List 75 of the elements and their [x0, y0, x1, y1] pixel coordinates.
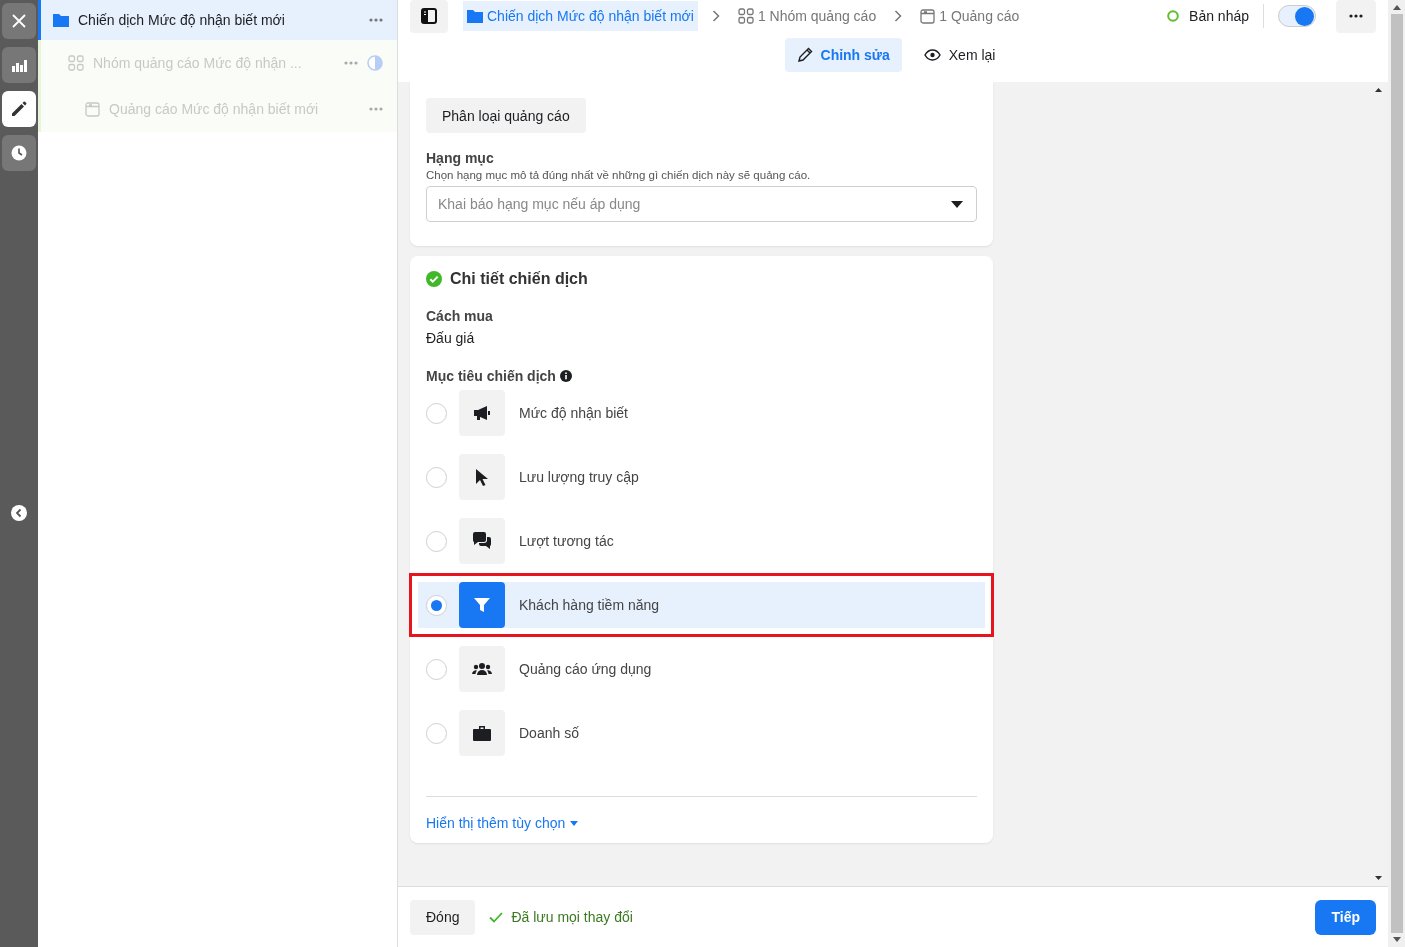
mode-tab[interactable]: Xem lại: [911, 38, 1008, 72]
radio-button[interactable]: [426, 722, 447, 744]
show-more-link[interactable]: Hiển thị thêm tùy chọn: [426, 815, 579, 831]
field-label: Cách mua: [426, 308, 494, 324]
status-label: Bản nháp: [1189, 8, 1249, 24]
classify-button[interactable]: Phân loại quảng cáo: [426, 98, 586, 133]
scroll-down-icon: [1375, 876, 1382, 880]
radio-button[interactable]: [426, 402, 447, 424]
sidebar-icon: [421, 8, 437, 24]
chevron-right-icon: [894, 10, 903, 22]
objective-label: Lưu lượng truy cập: [519, 469, 639, 485]
chat-bubbles-icon: [472, 532, 492, 550]
folder-icon: [467, 9, 483, 23]
people-icon: [472, 662, 492, 676]
radio-button[interactable]: [426, 658, 447, 680]
ad-frame-icon: [920, 8, 936, 24]
grid-icon: [68, 55, 84, 71]
info-icon: [559, 370, 572, 382]
check-circle-icon: [426, 271, 442, 287]
objective-option[interactable]: Doanh số: [418, 710, 985, 756]
objective-label: Mức độ nhận biết: [519, 405, 628, 421]
radio-button[interactable]: [426, 530, 447, 552]
next-button[interactable]: Tiếp: [1315, 899, 1376, 935]
more-icon[interactable]: [1349, 14, 1363, 18]
half-circle-icon: [367, 55, 383, 71]
objective-option[interactable]: Lượt tương tác: [418, 518, 985, 564]
objective-option[interactable]: Mức độ nhận biết: [418, 390, 985, 436]
objective-label: Khách hàng tiềm năng: [519, 597, 660, 613]
category-dropdown[interactable]: Khai báo hạng mục nếu áp dụng: [426, 186, 977, 222]
ad-frame-icon: [85, 101, 100, 117]
chevron-right-icon: [711, 10, 720, 22]
pencil-icon: [796, 47, 813, 63]
objective-option[interactable]: Lưu lượng truy cập: [418, 454, 985, 500]
scroll-down-icon: [1392, 937, 1401, 942]
bar-chart-icon: [11, 58, 27, 72]
field-label: Mục tiêu chiến dịch: [426, 368, 556, 384]
scroll-up-icon: [1392, 5, 1401, 10]
field-value: Đấu giá: [426, 330, 476, 346]
check-icon: [489, 911, 504, 923]
breadcrumb-link[interactable]: Chiến dịch Mức độ nhận biết mới: [463, 1, 698, 31]
clock-icon: [11, 145, 27, 161]
breadcrumb-link[interactable]: 1 Nhóm quảng cáo: [733, 1, 881, 31]
caret-icon: [951, 201, 963, 208]
objective-option[interactable]: Quảng cáo ứng dụng: [418, 646, 985, 692]
radio-button[interactable]: [426, 594, 447, 616]
grid-icon: [737, 8, 754, 24]
hint-text: Chọn hạng mục mô tả đúng nhất về những gì chiến dịch này sẽ quảng cáo.: [426, 169, 812, 181]
eye-icon: [923, 49, 941, 61]
tree-item[interactable]: Chiến dịch Mức độ nhận biết mới: [38, 0, 397, 40]
saved-status: Đã lưu mọi thay đổi: [511, 909, 633, 925]
breadcrumb-link[interactable]: 1 Quảng cáo: [916, 1, 1024, 31]
scrollbar[interactable]: [1388, 0, 1405, 947]
objective-label: Quảng cáo ứng dụng: [519, 661, 652, 677]
caret-icon: [570, 820, 579, 826]
funnel-icon: [474, 597, 490, 613]
mode-tab[interactable]: Chỉnh sửa: [784, 38, 902, 72]
section-title: Hạng mục: [426, 150, 495, 166]
close-icon: [12, 14, 26, 28]
status-ring-icon: [1167, 10, 1180, 22]
objective-label: Lượt tương tác: [519, 533, 614, 549]
close-button[interactable]: Đóng: [410, 899, 476, 935]
briefcase-icon: [473, 725, 491, 741]
cursor-icon: [475, 468, 489, 486]
folder-icon: [53, 13, 69, 27]
objective-option[interactable]: Khách hàng tiềm năng: [418, 582, 985, 628]
scroll-up-icon: [1375, 88, 1382, 92]
megaphone-icon: [473, 405, 491, 421]
pencil-icon: [11, 101, 27, 117]
objective-label: Doanh số: [519, 725, 579, 741]
sidebar-toggle-button[interactable]: [410, 0, 448, 33]
collapse-icon[interactable]: [11, 505, 27, 521]
toggle-switch[interactable]: [1278, 5, 1316, 27]
tree-item-label: Chiến dịch Mức độ nhận biết mới: [78, 12, 286, 28]
card-title: Chi tiết chiến dịch: [450, 270, 588, 288]
radio-button[interactable]: [426, 466, 447, 488]
